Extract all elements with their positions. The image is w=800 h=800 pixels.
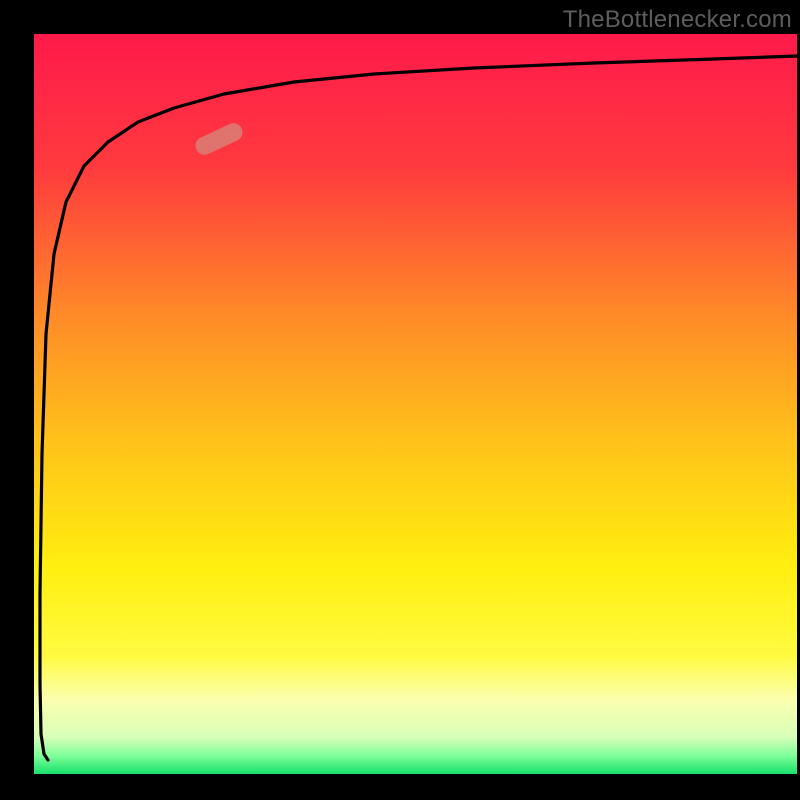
background-gradient <box>34 34 797 774</box>
plot-area <box>34 34 797 774</box>
watermark-text: TheBottlenecker.com <box>563 6 792 34</box>
chart-stage: TheBottlenecker.com <box>0 0 800 800</box>
